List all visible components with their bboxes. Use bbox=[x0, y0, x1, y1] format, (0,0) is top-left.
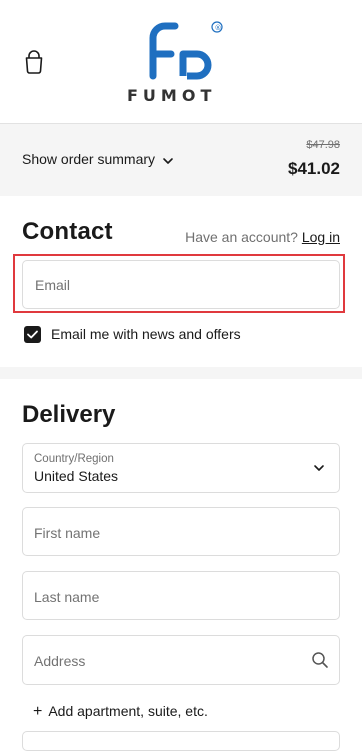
country-label: Country/Region bbox=[34, 453, 114, 465]
search-icon bbox=[312, 652, 328, 668]
chevron-down-icon bbox=[163, 158, 173, 164]
contact-heading: Contact bbox=[22, 218, 113, 245]
address-placeholder: Address bbox=[34, 653, 86, 669]
shopping-bag-icon bbox=[25, 50, 43, 74]
have-account-text: Have an account? bbox=[185, 229, 298, 245]
section-divider bbox=[0, 367, 362, 379]
last-name-placeholder: Last name bbox=[34, 589, 100, 605]
newsletter-label[interactable]: Email me with news and offers bbox=[51, 326, 241, 342]
plus-icon: + bbox=[33, 703, 43, 720]
login-link[interactable]: Log in bbox=[302, 229, 340, 245]
chevron-down-icon bbox=[314, 465, 324, 471]
checkmark-icon bbox=[27, 330, 38, 339]
add-apartment-button[interactable]: + Add apartment, suite, etc. bbox=[33, 703, 208, 721]
email-input[interactable] bbox=[22, 260, 340, 309]
add-apartment-label: Add apartment, suite, etc. bbox=[48, 703, 208, 719]
brand-logo[interactable]: ® FUMOT bbox=[125, 18, 240, 106]
newsletter-checkbox[interactable] bbox=[24, 326, 41, 343]
delivery-heading: Delivery bbox=[22, 401, 116, 428]
country-value: United States bbox=[34, 468, 119, 484]
original-price: $47.98 bbox=[306, 139, 340, 151]
logo-registered-mark: ® bbox=[215, 24, 222, 32]
account-prompt: Have an account? Log in bbox=[185, 229, 340, 245]
logo-wordmark: FUMOT bbox=[127, 86, 216, 105]
show-order-summary-toggle[interactable]: Show order summary bbox=[22, 151, 155, 167]
cart-button[interactable] bbox=[24, 50, 44, 74]
total-price: $41.02 bbox=[288, 159, 340, 178]
next-field-partial[interactable] bbox=[22, 731, 340, 751]
first-name-placeholder: First name bbox=[34, 525, 101, 541]
